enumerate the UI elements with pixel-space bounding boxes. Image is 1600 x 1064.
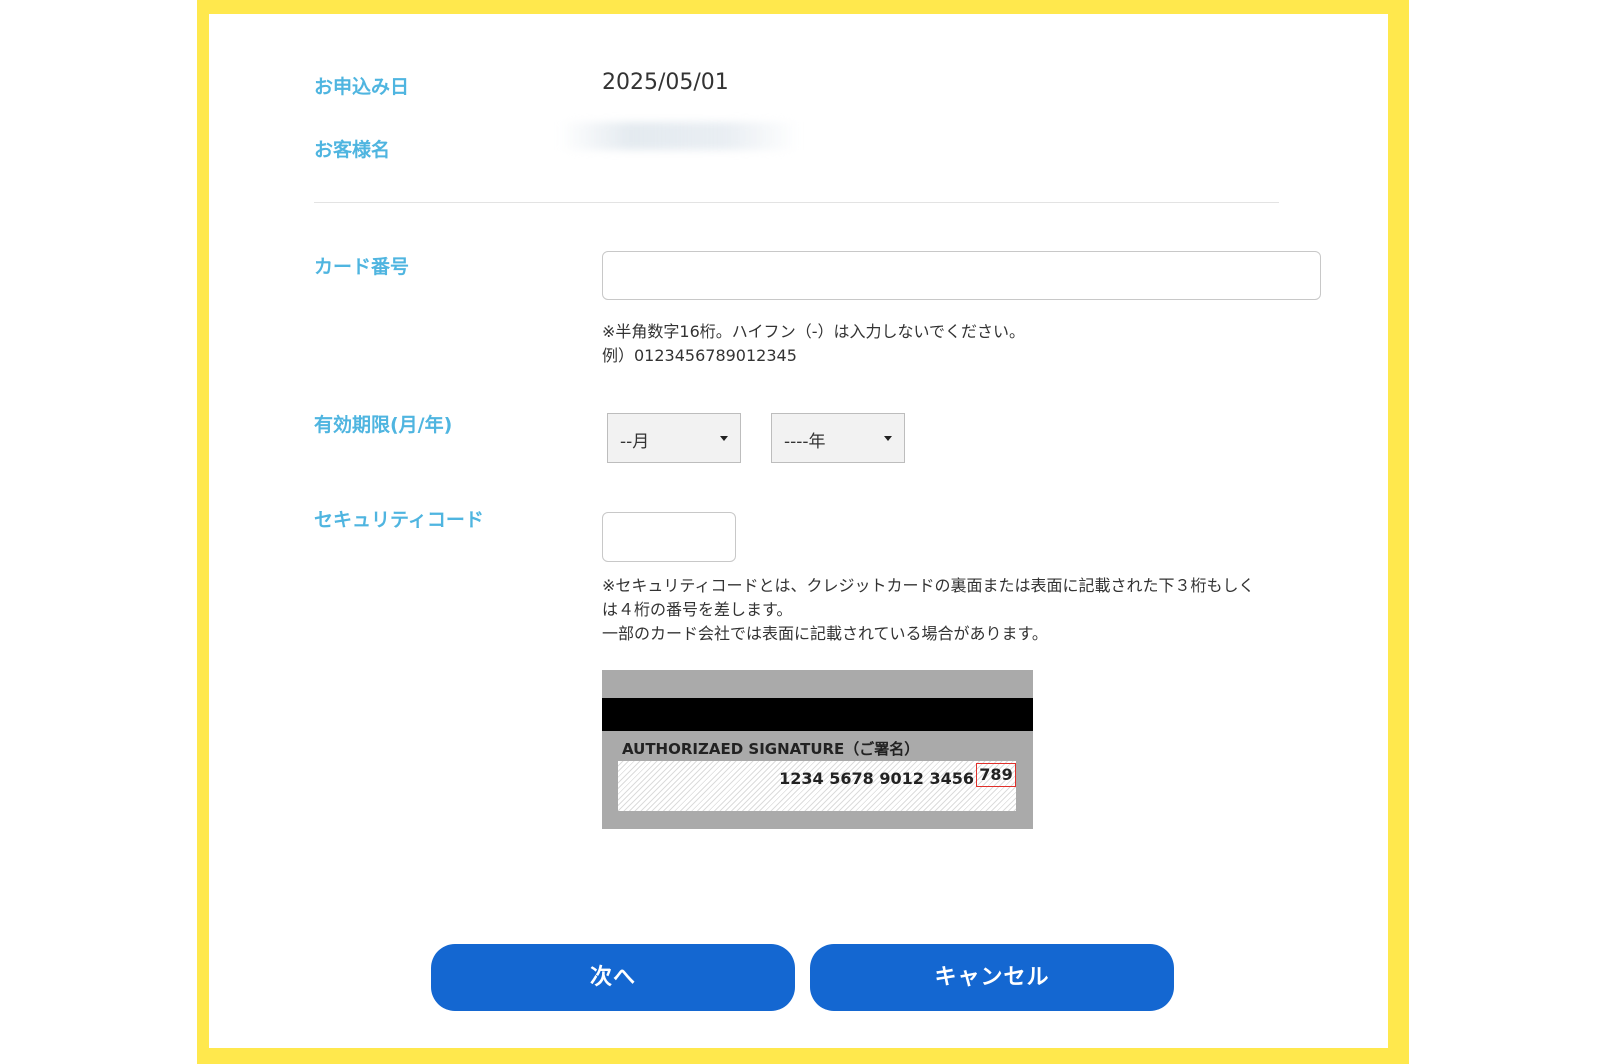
- card-number-label: カード番号: [314, 256, 410, 278]
- signature-title: AUTHORIZAED SIGNATURE（ご署名）: [622, 740, 920, 758]
- section-divider: [314, 202, 1279, 203]
- expiry-year-value: ----年: [784, 432, 826, 452]
- sample-card-number: 1234 5678 9012 3456: [779, 769, 974, 788]
- security-code-note: ※セキュリティコードとは、クレジットカードの裏面または表面に記載された下３桁もし…: [602, 574, 1254, 646]
- dropdown-caret-icon: [884, 436, 892, 441]
- dropdown-caret-icon: [720, 436, 728, 441]
- customer-name-value-redacted: [559, 122, 799, 150]
- signature-panel: 1234 5678 9012 3456 789: [618, 761, 1016, 811]
- next-button[interactable]: 次へ: [431, 944, 795, 1011]
- cancel-button[interactable]: キャンセル: [810, 944, 1174, 1011]
- security-code-note-line1: ※セキュリティコードとは、クレジットカードの裏面または表面に記載された下３桁もし…: [602, 576, 1255, 595]
- card-number-note-line1: ※半角数字16桁。ハイフン（-）は入力しないでください。: [602, 322, 1026, 341]
- form-panel: お申込み日 2025/05/01 お客様名 カード番号 ※半角数字16桁。ハイフ…: [209, 14, 1388, 1048]
- magnetic-stripe: [602, 698, 1033, 731]
- expiry-month-select[interactable]: --月: [607, 413, 741, 463]
- expiry-label: 有効期限(月/年): [314, 414, 453, 436]
- sample-security-code: 789: [976, 763, 1016, 787]
- security-code-input[interactable]: [602, 512, 736, 562]
- expiry-year-select[interactable]: ----年: [771, 413, 905, 463]
- card-back-illustration: AUTHORIZAED SIGNATURE（ご署名） 1234 5678 901…: [602, 670, 1033, 829]
- application-date-value: 2025/05/01: [602, 70, 729, 95]
- application-date-label: お申込み日: [314, 76, 410, 98]
- customer-name-label: お客様名: [314, 139, 391, 161]
- security-code-label: セキュリティコード: [314, 509, 484, 531]
- card-number-note: ※半角数字16桁。ハイフン（-）は入力しないでください。 例）012345678…: [602, 320, 1025, 368]
- card-number-input[interactable]: [602, 251, 1321, 300]
- card-number-note-line2: 例）0123456789012345: [602, 346, 797, 365]
- yellow-frame: お申込み日 2025/05/01 お客様名 カード番号 ※半角数字16桁。ハイフ…: [197, 0, 1409, 1064]
- security-code-note-line2: は４桁の番号を差します。: [602, 600, 793, 619]
- security-code-note-line3: 一部のカード会社では表面に記載されている場合があります。: [602, 624, 1048, 643]
- expiry-month-value: --月: [620, 432, 650, 452]
